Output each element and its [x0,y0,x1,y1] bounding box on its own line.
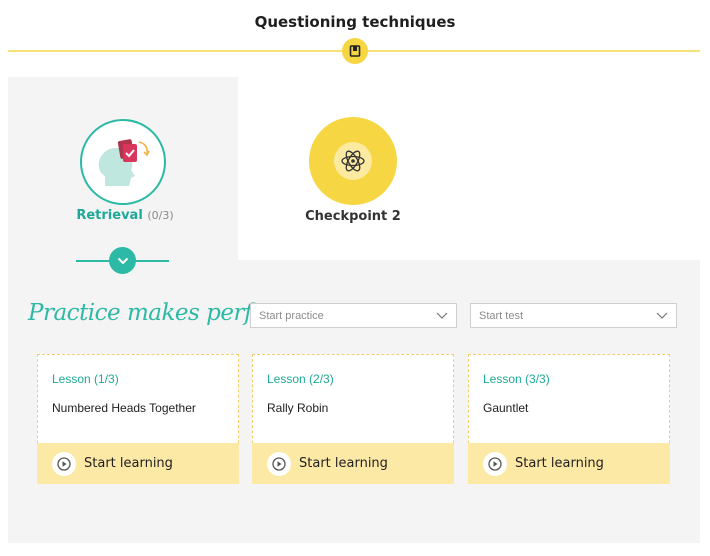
retrieval-count: (0/3) [147,209,174,222]
retrieval-node[interactable] [80,119,166,205]
start-practice-label: Start practice [259,309,324,322]
retrieval-label[interactable]: Retrieval (0/3) [60,208,190,223]
start-learning-label: Start learning [84,456,173,471]
lesson-number: Lesson (1/3) [52,372,119,386]
chevron-down-icon [117,257,128,264]
lesson-number: Lesson (2/3) [267,372,334,386]
start-test-label: Start test [479,309,524,322]
header-badge[interactable] [342,38,368,64]
lesson-name: Gauntlet [483,401,529,415]
path-background [238,77,700,260]
play-icon [52,451,76,476]
retrieval-title: Retrieval [76,208,143,223]
lesson-card: Lesson (2/3) Rally Robin Start learning [252,354,454,484]
head-with-cards-icon [98,139,150,186]
atom-icon [341,150,365,172]
start-learning-button[interactable]: Start learning [252,443,454,484]
checkpoint-icon-bg [334,142,372,180]
start-test-dropdown[interactable]: Start test [470,303,677,328]
chevron-down-icon [656,312,668,319]
start-practice-dropdown[interactable]: Start practice [250,303,457,328]
book-icon [349,45,361,57]
start-learning-label: Start learning [515,456,604,471]
lesson-name: Numbered Heads Together [52,401,196,415]
start-learning-button[interactable]: Start learning [37,443,239,484]
start-learning-button[interactable]: Start learning [468,443,670,484]
expand-node-button[interactable] [109,247,136,274]
lesson-card: Lesson (3/3) Gauntlet Start learning [468,354,670,484]
page-title: Questioning techniques [254,13,456,31]
play-icon [267,451,291,476]
start-learning-label: Start learning [299,456,388,471]
checkpoint-node[interactable] [309,117,397,205]
lesson-number: Lesson (3/3) [483,372,550,386]
checkpoint-label[interactable]: Checkpoint 2 [290,209,416,224]
chevron-down-icon [436,312,448,319]
lesson-name: Rally Robin [267,401,329,415]
play-icon [483,451,507,476]
lesson-card: Lesson (1/3) Numbered Heads Together Sta… [37,354,239,484]
